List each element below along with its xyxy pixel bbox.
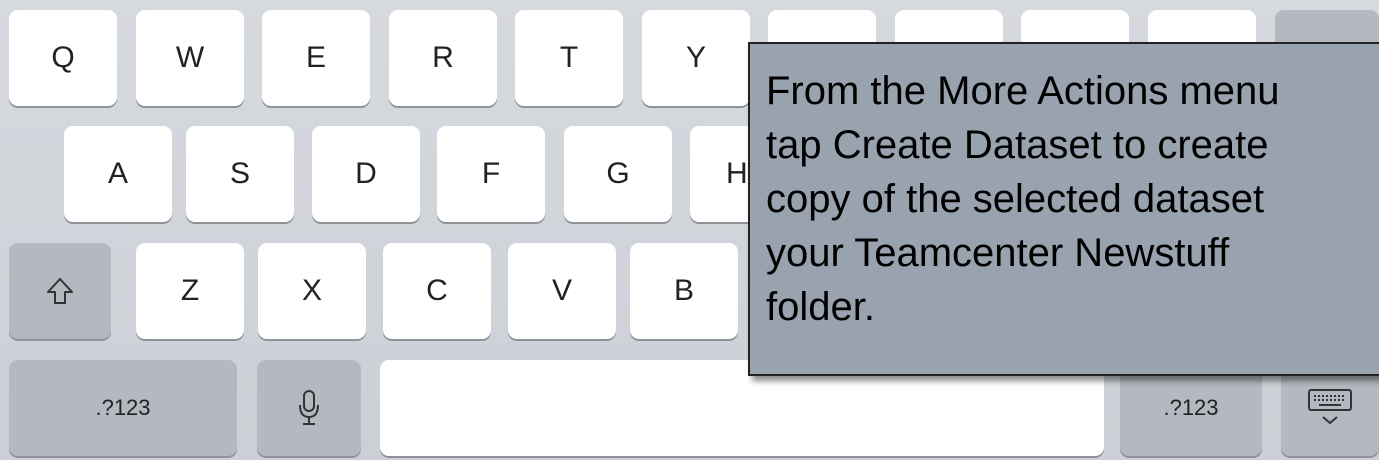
dictation-key[interactable] — [257, 360, 361, 456]
instruction-callout: From the More Actions menu tap Create Da… — [748, 42, 1379, 376]
callout-line: copy of the selected dataset — [766, 177, 1265, 221]
key-a[interactable]: A — [64, 126, 172, 222]
key-s[interactable]: S — [186, 126, 294, 222]
key-b[interactable]: B — [630, 243, 738, 339]
key-label: B — [673, 274, 694, 307]
key-v[interactable]: V — [508, 243, 616, 339]
shift-arrow-icon — [45, 276, 75, 306]
callout-line: From the More Actions menu — [766, 69, 1280, 113]
key-label: F — [481, 157, 501, 190]
key-label: V — [551, 274, 572, 307]
callout-line: tap Create Dataset to create — [766, 123, 1269, 167]
key-d[interactable]: D — [312, 126, 420, 222]
key-label: .?123 — [1163, 395, 1219, 420]
key-c[interactable]: C — [383, 243, 491, 339]
key-w[interactable]: W — [136, 10, 244, 106]
key-t[interactable]: T — [515, 10, 623, 106]
key-z[interactable]: Z — [136, 243, 244, 339]
key-g[interactable]: G — [564, 126, 672, 222]
microphone-icon — [298, 389, 320, 427]
key-label: .?123 — [95, 395, 151, 420]
key-label: R — [432, 41, 454, 74]
key-label: Z — [180, 274, 200, 307]
key-label: A — [107, 157, 128, 190]
key-e[interactable]: E — [262, 10, 370, 106]
key-label: S — [229, 157, 250, 190]
key-f[interactable]: F — [437, 126, 545, 222]
key-label: C — [426, 274, 448, 307]
key-y[interactable]: Y — [642, 10, 750, 106]
key-label: Q — [51, 41, 75, 74]
key-label: T — [559, 41, 579, 74]
key-label: X — [301, 274, 322, 307]
shift-key[interactable] — [9, 243, 111, 339]
key-x[interactable]: X — [258, 243, 366, 339]
callout-line: your Teamcenter Newstuff — [766, 231, 1230, 275]
key-label: Y — [685, 41, 706, 74]
callout-line: folder. — [766, 285, 875, 329]
key-label: W — [175, 41, 205, 74]
key-r[interactable]: R — [389, 10, 497, 106]
key-label: G — [606, 157, 630, 190]
keyboard-dismiss-icon — [1307, 388, 1353, 428]
key-label: E — [305, 41, 326, 74]
key-q[interactable]: Q — [9, 10, 117, 106]
key-label: H — [726, 157, 748, 190]
numbers-left-key[interactable]: .?123 — [9, 360, 237, 456]
key-label: D — [355, 157, 377, 190]
